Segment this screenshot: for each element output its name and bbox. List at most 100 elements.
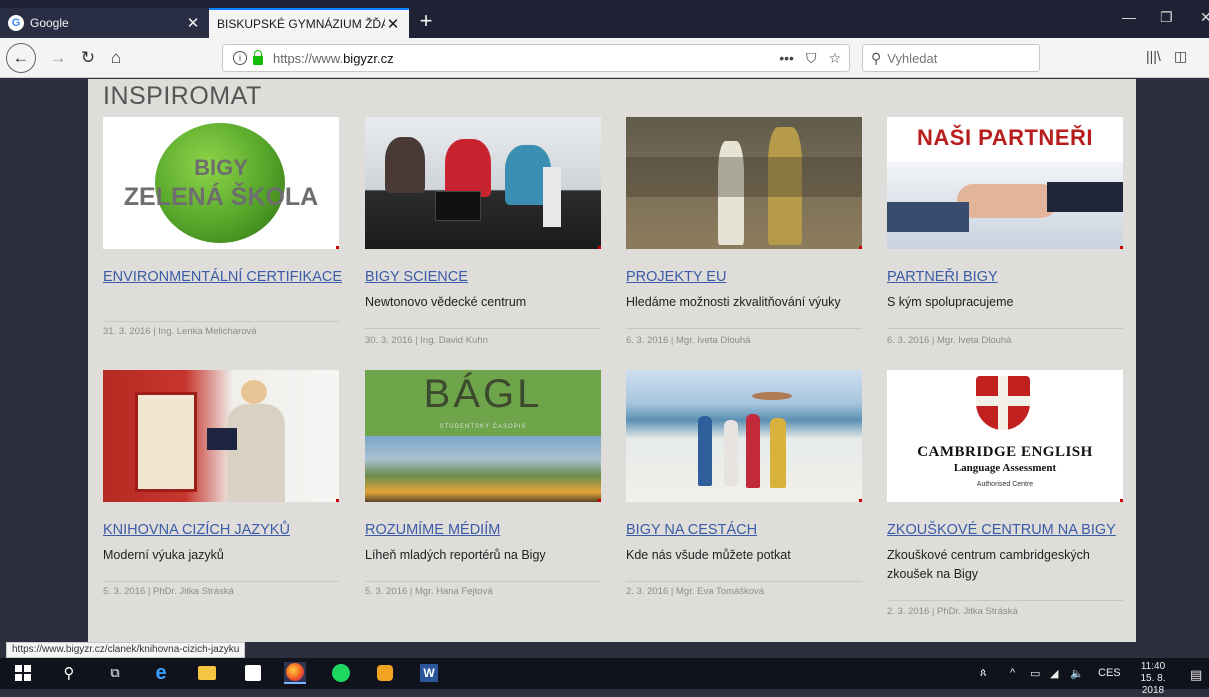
taskbar: ⚲ ⧉ e W ጰ ^ ▭ ◢ 🔈 CES 11:40 15. 8. 2018 … [0, 658, 1209, 696]
image-text: BIGY [194, 155, 248, 180]
reload-button[interactable]: ↻ [76, 44, 100, 72]
image-text: BÁGL [423, 372, 543, 416]
card-image[interactable] [626, 117, 862, 249]
card-image[interactable]: BIGY ZELENÁ ŠKOLA [103, 117, 339, 249]
image-text: CAMBRIDGE ENGLISH [917, 444, 1093, 460]
search-icon: ⚲ [871, 49, 882, 66]
card-meta: 6. 3. 2016 | Mgr. Iveta Dlouhá [887, 335, 1012, 346]
divider [626, 328, 862, 329]
search-placeholder: Vyhledat [887, 50, 938, 66]
tab-bar: G Google ✕ BISKUPSKÉ GYMNÁZIUM ŽĎÁR NA ✕… [0, 0, 1209, 38]
image-text: Authorised Centre [976, 481, 1034, 488]
card-subtitle: Zkouškové centrum cambridgeských zkoušek… [887, 548, 1090, 581]
section-title: INSPIROMAT [103, 82, 262, 110]
windows-start-icon[interactable] [12, 662, 34, 684]
card-subtitle: Newtonovo vědecké centrum [365, 295, 527, 309]
search-icon[interactable]: ⚲ [58, 662, 80, 684]
new-tab-button[interactable]: + [414, 10, 438, 34]
divider [626, 581, 862, 582]
close-window-icon[interactable]: ✕ [1200, 9, 1209, 26]
divider [103, 321, 339, 322]
page-actions-icon[interactable]: ••• [779, 50, 794, 67]
library-icon[interactable]: |||\ [1146, 48, 1161, 64]
card-title-link[interactable]: PARTNEŘI BIGY [887, 268, 1127, 287]
clock[interactable]: 11:40 15. 8. 2018 [1132, 661, 1174, 697]
edge-icon[interactable]: e [150, 662, 172, 684]
info-icon[interactable]: i [233, 51, 247, 65]
url-prefix: https://www. [273, 50, 344, 66]
url-bar[interactable]: i https://www. bigyzr.cz ••• ⛉ ☆ [222, 44, 850, 72]
store-icon[interactable] [242, 662, 264, 684]
card-meta: 5. 3. 2016 | PhDr. Jitka Stráská [103, 586, 234, 597]
page-viewport: INSPIROMAT BIGY ZELENÁ ŠKOLA ENVIRONMENT… [0, 79, 1209, 642]
image-text: NAŠI PARTNEŘI [917, 125, 1093, 150]
pocket-icon[interactable]: ⛉ [806, 50, 817, 67]
cambridge-shield-icon [976, 376, 1030, 430]
image-text: STUDENTSKÝ ČASOPIS [439, 424, 527, 430]
close-icon[interactable]: ✕ [385, 15, 401, 33]
card-title-link[interactable]: BIGY NA CESTÁCH [626, 521, 866, 540]
card-title-link[interactable]: ZKOUŠKOVÉ CENTRUM NA BIGY [887, 521, 1127, 540]
card-subtitle: Líheň mladých reportérů na Bigy [365, 548, 546, 562]
tab-google[interactable]: G Google ✕ [0, 8, 209, 38]
divider [365, 328, 601, 329]
word-icon[interactable]: W [418, 662, 440, 684]
card-meta: 6. 3. 2016 | Mgr. Iveta Dlouhá [626, 335, 751, 346]
back-button[interactable]: ← [6, 43, 36, 73]
card-title-link[interactable]: ENVIRONMENTÁLNÍ CERTIFIKACE [103, 268, 343, 287]
card-title-link[interactable]: BIGY SCIENCE [365, 268, 605, 287]
lock-icon[interactable] [253, 49, 263, 65]
card-meta: 2. 3. 2016 | Mgr. Eva Tomášková [626, 586, 765, 597]
restore-icon[interactable]: ❐ [1160, 9, 1173, 26]
search-bar[interactable]: ⚲ Vyhledat [862, 44, 1040, 72]
tab-title: BISKUPSKÉ GYMNÁZIUM ŽĎÁR NA [217, 17, 385, 31]
task-view-icon[interactable]: ⧉ [104, 662, 126, 684]
file-explorer-icon[interactable] [196, 662, 218, 684]
card-image[interactable] [103, 370, 339, 502]
close-icon[interactable]: ✕ [185, 14, 201, 32]
status-link-tooltip: https://www.bigyzr.cz/clanek/knihovna-ci… [6, 642, 246, 658]
card-image[interactable]: NAŠI PARTNEŘI [887, 117, 1123, 249]
nav-bar: ← → ↻ ⌂ i https://www. bigyzr.cz ••• ⛉ ☆ … [0, 38, 1209, 78]
card-image[interactable] [365, 117, 601, 249]
firefox-icon[interactable] [284, 662, 306, 684]
language-indicator[interactable]: CES [1098, 667, 1121, 679]
divider [103, 581, 339, 582]
spotify-icon[interactable] [330, 662, 352, 684]
bookmark-star-icon[interactable]: ☆ [828, 50, 841, 67]
card-subtitle: Moderní výuka jazyků [103, 548, 224, 562]
card-meta: 2. 3. 2016 | PhDr. Jitka Stráská [887, 606, 1018, 617]
home-button[interactable]: ⌂ [104, 44, 128, 72]
forward-button[interactable]: → [46, 44, 70, 72]
google-icon: G [8, 15, 24, 31]
tab-title: Google [30, 16, 69, 30]
people-icon[interactable]: ጰ [980, 667, 987, 680]
card-meta: 5. 3. 2016 | Mgr. Hana Fejtová [365, 586, 493, 597]
volume-icon[interactable]: 🔈 [1070, 667, 1084, 680]
chevron-up-icon[interactable]: ^ [1010, 667, 1015, 679]
card-subtitle: S kým spolupracujeme [887, 295, 1014, 309]
battery-icon[interactable]: ▭ [1030, 667, 1040, 680]
sidebar-icon[interactable]: ◫ [1174, 48, 1187, 65]
divider [365, 581, 601, 582]
wifi-icon[interactable]: ◢ [1050, 667, 1058, 680]
card-image[interactable] [626, 370, 862, 502]
card-image[interactable]: BÁGL STUDENTSKÝ ČASOPIS [365, 370, 601, 502]
card-subtitle: Hledáme možnosti zkvalitňování výuky [626, 295, 841, 309]
tab-bigy[interactable]: BISKUPSKÉ GYMNÁZIUM ŽĎÁR NA ✕ [209, 8, 409, 38]
image-text: ZELENÁ ŠKOLA [123, 183, 319, 211]
card-subtitle: Kde nás všude můžete potkat [626, 548, 791, 562]
notifications-icon[interactable]: ▤ [1190, 667, 1202, 683]
card-title-link[interactable]: PROJEKTY EU [626, 268, 866, 287]
card-meta: 30. 3. 2016 | Ing. David Kuhn [365, 335, 488, 346]
url-host: bigyzr.cz [343, 50, 394, 66]
clock-time: 11:40 [1140, 661, 1166, 672]
app-icon[interactable] [374, 662, 396, 684]
card-title-link[interactable]: KNIHOVNA CIZÍCH JAZYKŮ [103, 521, 343, 540]
minimize-icon[interactable]: — [1122, 9, 1136, 25]
divider [887, 328, 1123, 329]
card-title-link[interactable]: ROZUMÍME MÉDIÍM [365, 521, 605, 540]
image-text: Language Assessment [953, 462, 1057, 474]
card-meta: 31. 3. 2016 | Ing. Lenka Melicharová [103, 326, 257, 337]
card-image[interactable]: CAMBRIDGE ENGLISH Language Assessment Au… [887, 370, 1123, 502]
